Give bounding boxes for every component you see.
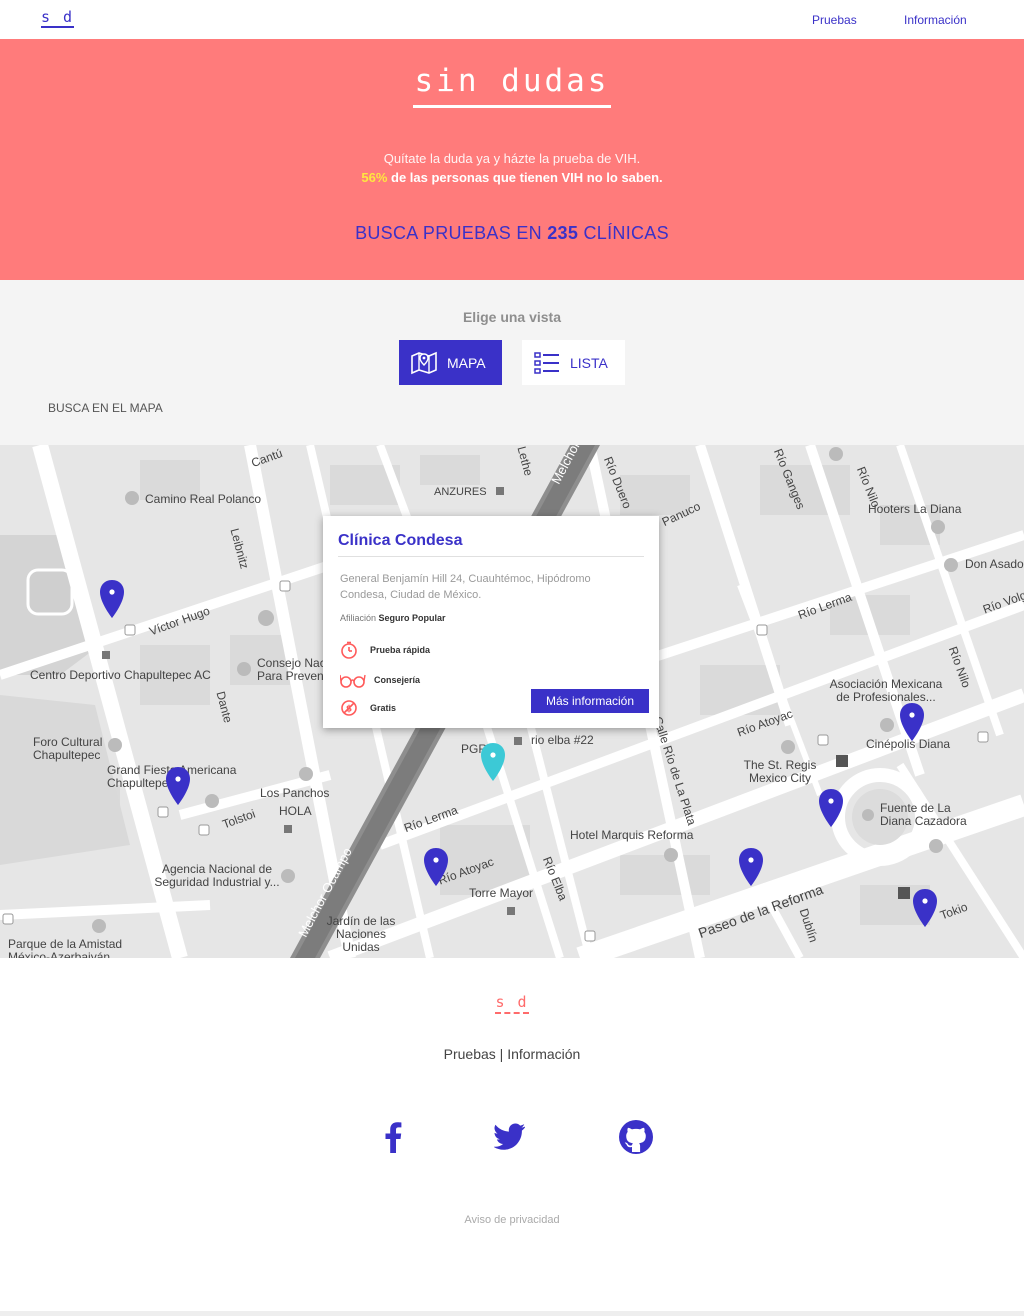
stopwatch-icon — [341, 641, 357, 659]
map-label: Parque de la Amistad México-Azerbaiyán — [8, 937, 123, 959]
map-label: Asociación Mexicana de Profesionales... — [829, 677, 943, 704]
map-label: ANZURES — [434, 486, 487, 498]
map-label: Foro Cultural Chapultepec — [33, 735, 103, 762]
map-label: Los Panchos — [260, 786, 330, 800]
list-icon — [534, 351, 559, 374]
footer-links: Pruebas | Información — [0, 1046, 1024, 1062]
svg-text:$: $ — [346, 705, 352, 715]
no-cost-icon: $ — [341, 700, 357, 716]
more-info-button[interactable]: Más información — [531, 689, 649, 713]
map-label: Don Asado — [965, 557, 1024, 571]
footer-link-informacion[interactable]: Información — [507, 1046, 580, 1062]
clinic-pin[interactable] — [99, 579, 125, 619]
map-view-label: MAPA — [447, 354, 486, 371]
clinic-affiliation: Afiliación Seguro Popular — [340, 613, 446, 623]
popup-divider — [338, 556, 644, 557]
hero-banner: sin dudas Quítate la duda ya y házte la … — [0, 39, 1024, 280]
clinic-address: General Benjamín Hill 24, Cuauhtémoc, Hi… — [340, 573, 591, 601]
list-view-label: LISTA — [570, 354, 608, 371]
map-label: Camino Real Polanco — [145, 492, 262, 506]
map-label: Jardín de las Naciones Unidas — [326, 914, 396, 954]
privacy-link[interactable]: Aviso de privacidad — [0, 1214, 1024, 1226]
map-label: Centro Deportivo Chapultepec AC — [30, 668, 211, 682]
clinic-pin[interactable] — [423, 847, 449, 887]
map-label: Hotel Marquis Reforma — [570, 828, 694, 842]
list-view-button[interactable]: LISTA — [522, 340, 625, 385]
map-label: HOLA — [279, 804, 312, 818]
map-label: The St. Regis Mexico City — [743, 758, 817, 785]
map-label: Hooters La Diana — [868, 502, 962, 516]
view-selector: Elige una vista MAPA LISTA BUSCA EN EL M… — [0, 280, 1024, 445]
service-counseling: Consejería — [340, 671, 420, 689]
clinic-pin[interactable] — [818, 788, 844, 828]
top-nav: s d Pruebas Información — [0, 0, 1024, 39]
hero-statistic: 56% de las personas que tienen VIH no lo… — [0, 170, 1024, 185]
map-label: Agencia Nacional de Seguridad Industrial… — [154, 862, 280, 889]
map-label: rio elba #22 — [531, 733, 594, 747]
nav-link-pruebas[interactable]: Pruebas — [812, 13, 857, 27]
clinic-pin[interactable] — [912, 888, 938, 928]
service-free: $ Gratis — [340, 699, 396, 717]
clinic-count-heading: BUSCA PRUEBAS EN 235 CLÍNICAS — [355, 223, 669, 243]
clinic-info-popup: Clínica Condesa General Benjamín Hill 24… — [323, 516, 659, 728]
clinic-count: 235 — [547, 223, 579, 243]
map-view-button[interactable]: MAPA — [399, 340, 502, 385]
hero-tagline: Quítate la duda ya y házte la prueba de … — [383, 151, 641, 166]
stat-percentage: 56% — [361, 170, 388, 185]
facebook-icon[interactable] — [374, 1118, 412, 1156]
glasses-icon — [340, 674, 366, 688]
service-rapid-test: Prueba rápida — [340, 641, 430, 659]
footer-logo[interactable]: s d — [0, 993, 1024, 1014]
map-section-label: BUSCA EN EL MAPA — [48, 401, 163, 415]
view-selector-label: Elige una vista — [462, 309, 562, 325]
map-label: Fuente de La Diana Cazadora — [880, 801, 967, 828]
clinic-pin[interactable] — [899, 702, 925, 742]
bottom-bar — [0, 1311, 1024, 1316]
clinic-pin[interactable] — [738, 847, 764, 887]
map-icon — [411, 351, 437, 374]
twitter-icon[interactable] — [491, 1118, 529, 1156]
nav-logo[interactable]: s d — [41, 8, 75, 28]
nav-link-informacion[interactable]: Información — [904, 13, 967, 27]
github-icon[interactable] — [617, 1118, 655, 1156]
footer-link-separator: | — [499, 1046, 504, 1062]
selected-clinic-pin[interactable] — [480, 742, 506, 782]
stat-text: de las personas que tienen VIH no lo sab… — [391, 170, 663, 185]
map-label: Torre Mayor — [469, 886, 534, 900]
footer-link-pruebas[interactable]: Pruebas — [444, 1046, 496, 1062]
map-label: Para Preven — [257, 669, 324, 683]
clinic-name: Clínica Condesa — [338, 532, 463, 549]
footer: s d Pruebas | Información Aviso de priva… — [0, 958, 1024, 1311]
clinic-pin[interactable] — [165, 766, 191, 806]
hero-title: sin dudas — [0, 63, 1024, 108]
